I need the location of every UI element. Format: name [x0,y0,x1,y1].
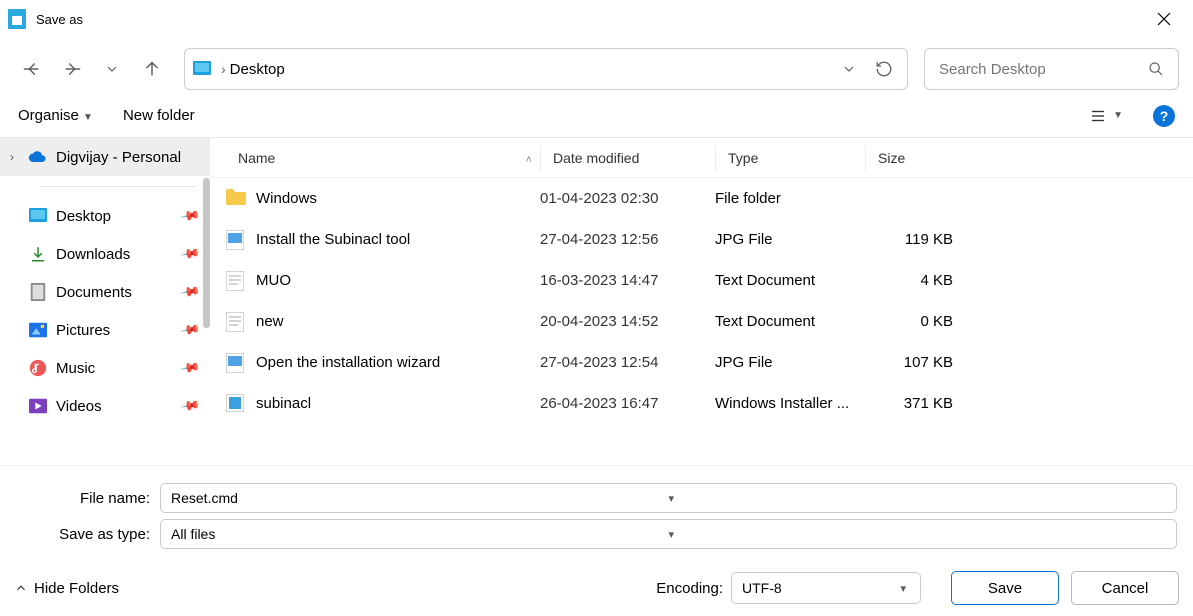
sidebar-item-label: Music [56,360,182,377]
column-header-date[interactable]: Date modified [540,145,715,171]
sidebar-item-desktop[interactable]: Desktop 📌 [0,197,210,235]
pictures-icon [28,320,48,340]
save-form: File name: Reset.cmd ▾ Save as type: All… [0,466,1193,560]
downloads-icon [28,244,48,264]
chevron-down-icon[interactable]: ▾ [665,492,1167,505]
search-placeholder: Search Desktop [939,61,1148,78]
pin-icon: 📌 [179,319,201,341]
cancel-button[interactable]: Cancel [1071,571,1179,605]
saveastype-label: Save as type: [10,526,160,543]
sidebar-item-pictures[interactable]: Pictures 📌 [0,311,210,349]
column-header-size[interactable]: Size [865,145,965,171]
sidebar: › Digvijay - Personal Desktop 📌 Download… [0,138,210,465]
videos-icon [28,396,48,416]
sidebar-item-label: Digvijay - Personal [56,149,210,166]
file-row[interactable]: new 20-04-2023 14:52 Text Document 0 KB [210,301,1193,342]
file-row[interactable]: Open the installation wizard 27-04-2023 … [210,342,1193,383]
sidebar-item-music[interactable]: Music 📌 [0,349,210,387]
nav-bar: › Desktop Search Desktop [0,44,1193,94]
installer-file-icon [226,394,246,414]
sidebar-item-label: Downloads [56,246,182,263]
save-button[interactable]: Save [951,571,1059,605]
list-view-icon [1089,107,1107,125]
sidebar-item-documents[interactable]: Documents 📌 [0,273,210,311]
organise-menu[interactable]: Organise ▼ [18,107,93,124]
arrow-right-icon [61,58,83,80]
chevron-down-icon[interactable]: ▾ [665,528,1167,541]
address-bar[interactable]: › Desktop [184,48,908,90]
image-file-icon [226,353,246,373]
pin-icon: 📌 [179,205,201,227]
search-input[interactable]: Search Desktop [924,48,1179,90]
scrollbar-thumb[interactable] [203,178,210,328]
pin-icon: 📌 [179,357,201,379]
chevron-down-icon: ▾ [896,582,910,595]
saveastype-select[interactable]: All files ▾ [160,519,1177,549]
image-file-icon [226,230,246,250]
file-row[interactable]: subinacl 26-04-2023 16:47 Windows Instal… [210,383,1193,424]
column-header-name[interactable]: Name˄ [210,150,540,166]
chevron-down-icon [104,61,120,77]
sort-asc-icon: ˄ [526,154,532,166]
desktop-icon [28,206,48,226]
pin-icon: 📌 [179,243,201,265]
sidebar-item-onedrive[interactable]: › Digvijay - Personal [0,138,210,176]
arrow-left-icon [21,58,43,80]
help-button[interactable]: ? [1153,105,1175,127]
sidebar-item-downloads[interactable]: Downloads 📌 [0,235,210,273]
back-button[interactable] [14,51,50,87]
filename-label: File name: [10,490,160,507]
sidebar-item-label: Pictures [56,322,182,339]
chevron-right-icon: › [10,150,28,164]
title-bar: Save as [0,0,1193,38]
pin-icon: 📌 [179,281,201,303]
column-headers: Name˄ Date modified Type Size [210,138,1193,178]
file-row[interactable]: Install the Subinacl tool 27-04-2023 12:… [210,219,1193,260]
sidebar-item-label: Documents [56,284,182,301]
close-button[interactable] [1143,8,1185,30]
close-icon [1157,12,1171,26]
breadcrumb-separator-icon: › [217,61,230,77]
folder-icon [226,189,246,209]
hide-folders-button[interactable]: Hide Folders [14,580,119,597]
separator [40,186,196,187]
encoding-select[interactable]: UTF-8 ▾ [731,572,921,604]
forward-button[interactable] [54,51,90,87]
refresh-icon[interactable] [875,60,893,78]
encoding-label: Encoding: [656,580,723,597]
text-file-icon [226,312,246,332]
up-button[interactable] [134,51,170,87]
footer: Hide Folders Encoding: UTF-8 ▾ Save Canc… [0,560,1193,616]
pin-icon: 📌 [179,395,201,417]
music-icon [28,358,48,378]
desktop-icon [193,60,211,78]
new-folder-button[interactable]: New folder [123,107,195,124]
sidebar-item-videos[interactable]: Videos 📌 [0,387,210,425]
chevron-down-icon[interactable] [841,61,857,77]
search-icon [1148,61,1164,77]
column-header-type[interactable]: Type [715,145,865,171]
breadcrumb-current: Desktop [230,61,841,78]
onedrive-icon [28,147,48,167]
file-row[interactable]: Windows 01-04-2023 02:30 File folder [210,178,1193,219]
documents-icon [28,282,48,302]
app-icon [8,9,26,29]
recent-locations-button[interactable] [94,51,130,87]
toolbar: Organise ▼ New folder ▼ ? [0,94,1193,138]
file-list-pane: Name˄ Date modified Type Size Windows 01… [210,138,1193,465]
sidebar-item-label: Videos [56,398,182,415]
chevron-up-icon [14,581,28,595]
sidebar-item-label: Desktop [56,208,182,225]
file-row[interactable]: MUO 16-03-2023 14:47 Text Document 4 KB [210,260,1193,301]
view-options-button[interactable]: ▼ [1089,107,1123,125]
arrow-up-icon [141,58,163,80]
text-file-icon [226,271,246,291]
filename-input[interactable]: Reset.cmd ▾ [160,483,1177,513]
window-title: Save as [36,12,83,27]
